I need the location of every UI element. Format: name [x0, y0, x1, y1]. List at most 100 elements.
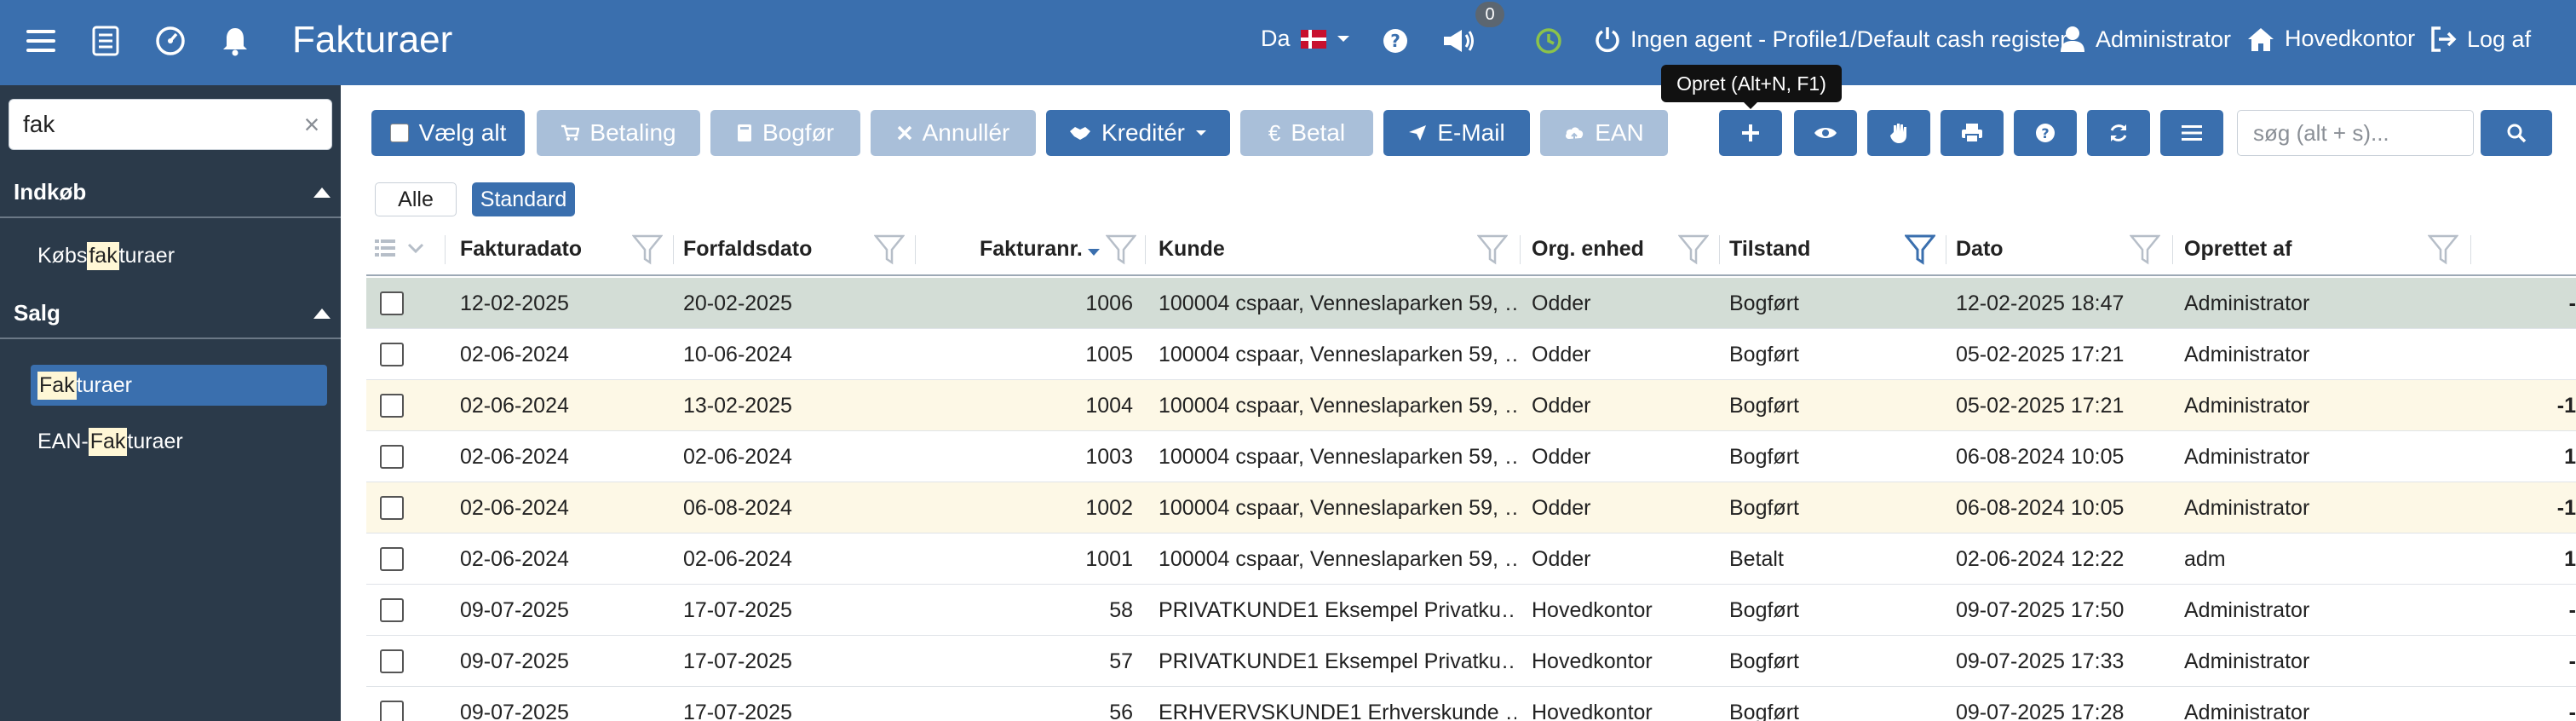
- row-checkbox[interactable]: [380, 701, 404, 721]
- post-button[interactable]: Bogfør: [710, 110, 860, 156]
- filter-icon[interactable]: [631, 234, 664, 270]
- column-header-due-date[interactable]: Forfaldsdato: [683, 237, 812, 262]
- sort-desc-icon[interactable]: [1087, 245, 1101, 261]
- refresh-button[interactable]: [2087, 110, 2150, 156]
- filter-icon[interactable]: [2427, 234, 2459, 270]
- tooltip-arrow: [1743, 101, 1758, 109]
- menu-search: ×: [9, 99, 332, 150]
- pay-button[interactable]: € Betal: [1240, 110, 1373, 156]
- clear-search-icon[interactable]: ×: [299, 111, 325, 138]
- sidebar-item-fakturaer[interactable]: Fak turaer: [31, 365, 327, 406]
- row-checkbox[interactable]: [380, 598, 404, 622]
- menu-icon[interactable]: [22, 22, 60, 60]
- filter-tab-standard[interactable]: Standard: [472, 182, 575, 216]
- credit-label: Kreditér: [1101, 119, 1186, 146]
- column-header-org-unit[interactable]: Org. enhed: [1532, 237, 1644, 262]
- chevron-down-icon[interactable]: [407, 242, 424, 257]
- table-row[interactable]: 09-07-2025 17-07-2025 58 PRIVATKUNDE1 Eksem…: [366, 585, 2576, 636]
- cell-customer: 100004 cspaar, Venneslaparken 59, …: [1159, 291, 1516, 315]
- filter-active-icon[interactable]: [1903, 234, 1937, 270]
- table-row[interactable]: 02-06-2024 02-06-2024 1003 100004 cspaar, V…: [366, 431, 2576, 482]
- cell-tail: -1: [2556, 496, 2576, 520]
- user-menu[interactable]: Administrator: [2060, 26, 2231, 53]
- menu-button[interactable]: [2160, 110, 2223, 156]
- filter-icon[interactable]: [1476, 234, 1509, 270]
- megaphone-icon[interactable]: [1440, 22, 1477, 60]
- bell-icon[interactable]: [216, 22, 254, 60]
- cell-date: 06-08-2024 10:05: [1956, 445, 2125, 469]
- row-checkbox[interactable]: [380, 649, 404, 673]
- row-checkbox[interactable]: [380, 394, 404, 418]
- logout-button[interactable]: Log af: [2429, 26, 2531, 53]
- email-label: E-Mail: [1437, 119, 1505, 146]
- svg-text:?: ?: [2041, 125, 2049, 141]
- dashboard-icon[interactable]: [152, 22, 189, 60]
- hand-button[interactable]: [1867, 110, 1930, 156]
- row-checkbox[interactable]: [380, 496, 404, 520]
- ean-button[interactable]: EAN: [1540, 110, 1668, 156]
- cell-org-unit: Hovedkontor: [1532, 701, 1653, 721]
- cell-invoice-date: 02-06-2024: [460, 394, 569, 418]
- column-header-state[interactable]: Tilstand: [1729, 237, 1810, 262]
- close-icon: [897, 125, 911, 141]
- language-selector[interactable]: Da: [1261, 26, 1350, 52]
- sidebar-item-kobsfakturaer[interactable]: Købs fak turaer: [31, 235, 327, 276]
- sidebar-section-salg[interactable]: Salg: [0, 291, 341, 339]
- cell-state: Bogført: [1729, 445, 1799, 469]
- question-icon: ?: [2036, 124, 2055, 142]
- row-checkbox[interactable]: [380, 547, 404, 571]
- sidebar-section-label: Indkøb: [14, 179, 87, 205]
- email-button[interactable]: E-Mail: [1383, 110, 1530, 156]
- cell-state: Bogført: [1729, 496, 1799, 520]
- table-row[interactable]: 02-06-2024 06-08-2024 1002 100004 cspaar, V…: [366, 482, 2576, 534]
- cell-invoice-no: 1005: [1085, 343, 1133, 366]
- filter-tab-all[interactable]: Alle: [375, 182, 457, 216]
- help-button[interactable]: ?: [2014, 110, 2077, 156]
- sidebar-section-indkob[interactable]: Indkøb: [0, 170, 341, 218]
- table-row[interactable]: 02-06-2024 10-06-2024 1005 100004 cspaar, V…: [366, 329, 2576, 380]
- cell-due-date: 06-08-2024: [683, 496, 792, 520]
- select-all-label: Vælg alt: [418, 119, 507, 146]
- column-chooser-icon[interactable]: [375, 239, 395, 262]
- cell-invoice-date: 09-07-2025: [460, 701, 569, 721]
- table-row[interactable]: 02-06-2024 13-02-2025 1004 100004 cspaar, V…: [366, 380, 2576, 431]
- office-menu[interactable]: Hovedkontor: [2247, 26, 2415, 52]
- cell-state: Bogført: [1729, 394, 1799, 418]
- create-button[interactable]: [1719, 110, 1782, 156]
- cancel-button[interactable]: Annullér: [871, 110, 1036, 156]
- table-row[interactable]: 09-07-2025 17-07-2025 56 ERHVERVSKUNDE1 Erh…: [366, 687, 2576, 721]
- cell-date: 05-02-2025 17:21: [1956, 394, 2125, 418]
- cell-tail: -: [2568, 598, 2576, 622]
- select-all-button[interactable]: Vælg alt: [371, 110, 525, 156]
- menu-search-input[interactable]: [9, 100, 290, 149]
- list-icon[interactable]: [87, 22, 124, 60]
- printer-icon: [1962, 124, 1982, 143]
- column-header-customer[interactable]: Kunde: [1159, 237, 1225, 262]
- book-icon: [737, 124, 751, 141]
- credit-button[interactable]: Kreditér: [1046, 110, 1230, 156]
- filter-icon[interactable]: [873, 234, 906, 270]
- row-checkbox[interactable]: [380, 445, 404, 469]
- table-row[interactable]: 02-06-2024 02-06-2024 1001 100004 cspaar, V…: [366, 534, 2576, 585]
- filter-icon[interactable]: [1677, 234, 1710, 270]
- column-header-created-by[interactable]: Oprettet af: [2184, 237, 2291, 262]
- column-header-date[interactable]: Dato: [1956, 237, 2004, 262]
- table-row[interactable]: 12-02-2025 20-02-2025 1006 100004 cspaar, V…: [366, 278, 2576, 329]
- search-button[interactable]: [2481, 110, 2552, 156]
- print-button[interactable]: [1941, 110, 2004, 156]
- filter-icon[interactable]: [2129, 234, 2161, 270]
- filter-icon[interactable]: [1105, 234, 1137, 270]
- view-button[interactable]: [1794, 110, 1857, 156]
- payment-button[interactable]: Betaling: [537, 110, 700, 156]
- column-header-invoice-no[interactable]: Fakturanr.: [980, 237, 1083, 262]
- table-row[interactable]: 09-07-2025 17-07-2025 57 PRIVATKUNDE1 Eksem…: [366, 636, 2576, 687]
- column-header-invoice-date[interactable]: Fakturadato: [460, 237, 582, 262]
- help-icon[interactable]: ?: [1377, 22, 1414, 60]
- clock-icon[interactable]: [1530, 22, 1567, 60]
- row-checkbox[interactable]: [380, 343, 404, 366]
- row-checkbox[interactable]: [380, 291, 404, 315]
- agent-status[interactable]: Ingen agent - Profile1/Default cash regi…: [1595, 26, 2067, 53]
- cell-invoice-no: 1003: [1085, 445, 1133, 469]
- sidebar-item-ean-fakturaer[interactable]: EAN- Fak turaer: [31, 421, 327, 462]
- global-search-input[interactable]: [2238, 111, 2473, 155]
